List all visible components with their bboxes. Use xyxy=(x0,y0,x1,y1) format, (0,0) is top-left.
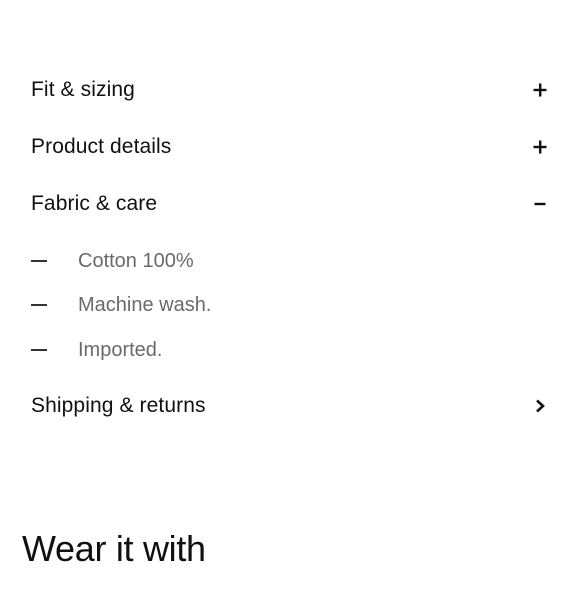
fabric-detail-text: Machine wash. xyxy=(78,293,212,316)
dash-icon xyxy=(31,348,47,352)
dash-icon xyxy=(31,303,47,307)
list-item: Machine wash. xyxy=(31,289,550,321)
minus-icon xyxy=(530,194,550,214)
accordion-label: Fit & sizing xyxy=(31,78,135,101)
plus-icon xyxy=(530,80,550,100)
accordion-label: Fabric & care xyxy=(31,192,158,215)
dash-icon xyxy=(31,259,47,263)
accordion-label: Shipping & returns xyxy=(31,394,206,417)
accordion-product-details[interactable]: Product details xyxy=(31,127,550,167)
section-title: Wear it with xyxy=(22,528,206,569)
fabric-detail-text: Cotton 100% xyxy=(78,249,194,272)
accordion-fabric-care[interactable]: Fabric & care xyxy=(31,184,550,224)
plus-icon xyxy=(530,137,550,157)
list-item: Imported. xyxy=(31,334,550,366)
accordion-label: Product details xyxy=(31,135,172,158)
list-item: Cotton 100% xyxy=(31,245,550,277)
chevron-right-icon xyxy=(530,396,550,416)
accordion-fit-sizing[interactable]: Fit & sizing xyxy=(31,70,550,110)
fabric-detail-text: Imported. xyxy=(78,338,163,361)
accordion-shipping-returns[interactable]: Shipping & returns xyxy=(31,386,550,426)
